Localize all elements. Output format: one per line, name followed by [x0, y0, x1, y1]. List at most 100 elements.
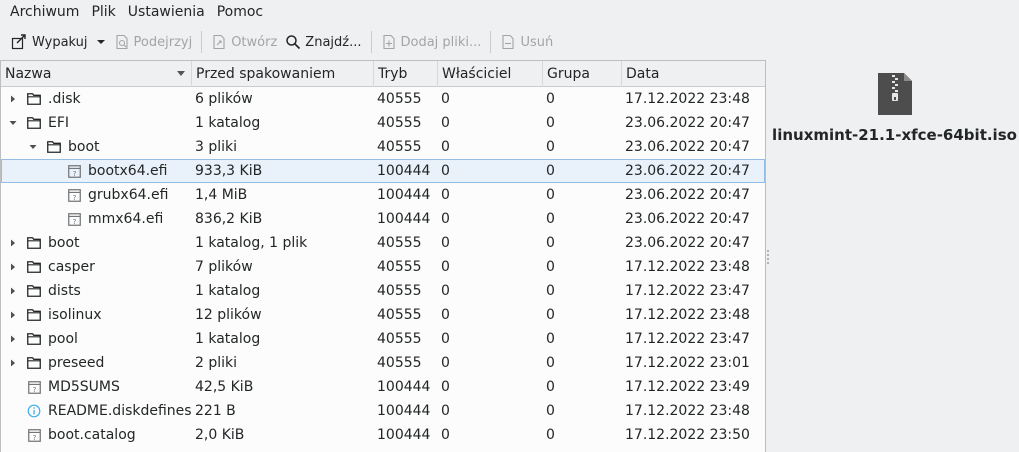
cell-name: ? grubx64.efi: [2, 184, 193, 206]
column-header-date[interactable]: Data: [622, 61, 765, 87]
extract-label: Wypakuj: [32, 34, 88, 50]
archive-file-list[interactable]: Nazwa Przed spakowaniem Tryb Właściciel …: [0, 60, 766, 452]
cell-name: dists: [2, 280, 193, 302]
unknown-file-icon: ?: [26, 379, 42, 395]
chevron-down-icon[interactable]: [7, 117, 19, 129]
cell-owner: 0: [441, 115, 450, 131]
menu-file[interactable]: Plik: [85, 0, 121, 24]
open-button[interactable]: Otwórz: [207, 28, 281, 56]
cell-name: isolinux: [2, 304, 193, 326]
add-file-icon: [382, 34, 395, 50]
table-row[interactable]: ? boot.catalog 2,0 KiB 100444 0 0 17.12.2022 2…: [1, 423, 765, 447]
preview-icon: [115, 34, 128, 50]
cell-owner: 0: [441, 187, 450, 203]
cell-date: 23.06.2022 20:47: [625, 235, 750, 251]
file-name-label: isolinux: [48, 307, 102, 323]
cell-group: 0: [546, 427, 555, 443]
table-row[interactable]: boot 1 katalog, 1 plik 40555 0 0 23.06.2022 2…: [1, 231, 765, 255]
remove-file-icon: [502, 34, 515, 50]
cell-group: 0: [546, 163, 555, 179]
cell-group: 0: [546, 283, 555, 299]
add-files-button[interactable]: Dodaj pliki...: [377, 28, 486, 56]
cell-mode: 100444: [377, 379, 431, 395]
file-name-label: EFI: [48, 115, 70, 131]
cell-group: 0: [546, 115, 555, 131]
table-row[interactable]: dists 1 katalog 40555 0 0 17.12.2022 23:47: [1, 279, 765, 303]
extract-button[interactable]: Wypakuj: [6, 28, 92, 56]
table-row[interactable]: EFI 1 katalog 40555 0 0 23.06.2022 20:47: [1, 111, 765, 135]
cell-name: EFI: [2, 112, 193, 134]
table-row[interactable]: .disk 6 plików 40555 0 0 17.12.2022 23:48: [1, 87, 765, 111]
menu-archive[interactable]: Archiwum: [4, 0, 85, 24]
column-header-size[interactable]: Przed spakowaniem: [192, 61, 374, 87]
chevron-right-icon[interactable]: [7, 93, 19, 105]
cell-group: 0: [546, 235, 555, 251]
chevron-right-icon[interactable]: [7, 285, 19, 297]
file-rows: .disk 6 plików 40555 0 0 17.12.2022 23:48 EFI 1…: [1, 87, 765, 447]
extract-menu-arrow[interactable]: [92, 28, 110, 56]
unknown-file-icon: ?: [66, 187, 82, 203]
cell-owner: 0: [441, 307, 450, 323]
table-row[interactable]: README.diskdefines 221 B 100444 0 0 17.12.202…: [1, 399, 765, 423]
cell-group: 0: [546, 91, 555, 107]
cell-size: 6 plików: [195, 91, 253, 107]
folder-icon: [26, 307, 42, 323]
toolbar-separator: [201, 31, 203, 53]
preview-button[interactable]: Podejrzyj: [110, 28, 197, 56]
chevron-right-icon[interactable]: [7, 357, 19, 369]
table-row[interactable]: boot 3 pliki 40555 0 0 23.06.2022 20:47: [1, 135, 765, 159]
cell-date: 17.12.2022 23:48: [625, 91, 750, 107]
folder-icon: [26, 259, 42, 275]
cell-owner: 0: [441, 355, 450, 371]
chevron-down-icon[interactable]: [27, 141, 39, 153]
cell-date: 23.06.2022 20:47: [625, 163, 750, 179]
table-row[interactable]: isolinux 12 plików 40555 0 0 17.12.2022 23:48: [1, 303, 765, 327]
table-row[interactable]: casper 7 plików 40555 0 0 17.12.2022 23:48: [1, 255, 765, 279]
table-row[interactable]: ? bootx64.efi 933,3 KiB 100444 0 0 23.06.2022 …: [1, 159, 765, 183]
find-button[interactable]: Znajdź...: [281, 28, 365, 56]
file-name-label: README.diskdefines: [48, 403, 192, 419]
add-files-label: Dodaj pliki...: [400, 34, 482, 50]
remove-button[interactable]: Usuń: [496, 28, 557, 56]
cell-group: 0: [546, 187, 555, 203]
table-row[interactable]: preseed 2 pliki 40555 0 0 17.12.2022 23:01: [1, 351, 765, 375]
table-row[interactable]: ? mmx64.efi 836,2 KiB 100444 0 0 23.06.2022 20…: [1, 207, 765, 231]
file-name-label: pool: [48, 331, 78, 347]
table-row[interactable]: pool 1 katalog 40555 0 0 17.12.2022 23:47: [1, 327, 765, 351]
file-name-label: grubx64.efi: [88, 187, 169, 203]
chevron-right-icon[interactable]: [7, 333, 19, 345]
chevron-right-icon[interactable]: [7, 309, 19, 321]
chevron-right-icon[interactable]: [7, 237, 19, 249]
menu-help[interactable]: Pomoc: [211, 0, 269, 24]
cell-name: ? mmx64.efi: [2, 208, 193, 230]
cell-size: 1,4 MiB: [195, 187, 248, 203]
toolbar-separator: [370, 31, 372, 53]
column-header-owner[interactable]: Właściciel: [438, 61, 543, 87]
folder-icon: [26, 91, 42, 107]
cell-name: .disk: [2, 88, 193, 110]
cell-size: 933,3 KiB: [195, 163, 263, 179]
table-row[interactable]: ? grubx64.efi 1,4 MiB 100444 0 0 23.06.2022 20…: [1, 183, 765, 207]
folder-icon: [46, 139, 62, 155]
cell-date: 17.12.2022 23:47: [625, 331, 750, 347]
cell-date: 17.12.2022 23:48: [625, 259, 750, 275]
chevron-right-icon[interactable]: [7, 261, 19, 273]
toolbar-separator: [490, 31, 492, 53]
cell-mode: 40555: [377, 91, 422, 107]
column-header-name[interactable]: Nazwa: [1, 61, 192, 87]
splitter-handle[interactable]: [767, 250, 769, 264]
cell-size: 42,5 KiB: [195, 379, 254, 395]
cell-size: 2 pliki: [195, 355, 238, 371]
menu-settings[interactable]: Ustawienia: [122, 0, 211, 24]
cell-name: ? bootx64.efi: [2, 160, 193, 182]
folder-icon: [26, 331, 42, 347]
file-name-label: boot: [68, 139, 100, 155]
column-header-mode[interactable]: Tryb: [374, 61, 438, 87]
cell-name: boot: [2, 232, 193, 254]
file-name-label: preseed: [48, 355, 105, 371]
column-header-group[interactable]: Grupa: [543, 61, 622, 87]
table-row[interactable]: ? MD5SUMS 42,5 KiB 100444 0 0 17.12.2022 23:49: [1, 375, 765, 399]
cell-date: 23.06.2022 20:47: [625, 115, 750, 131]
